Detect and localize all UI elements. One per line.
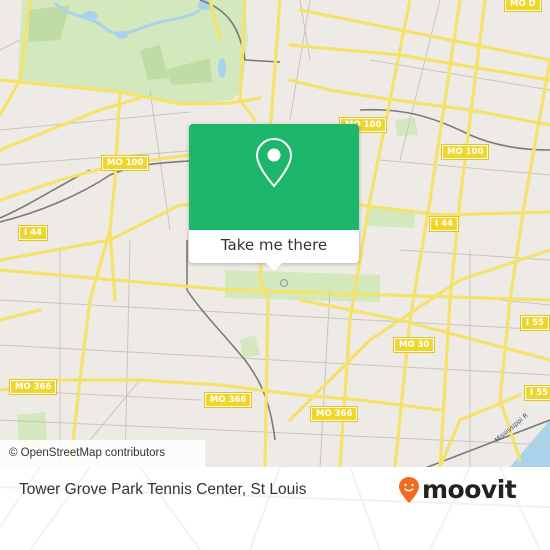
moovit-logo[interactable]: moovit — [398, 475, 517, 504]
road-shield-mo-100-west: MO 100 — [100, 155, 150, 171]
park-lake — [218, 58, 226, 78]
location-pin-icon — [255, 137, 293, 188]
popup-pointer — [265, 262, 283, 271]
map-view[interactable]: MO D MO 100 MO 100 MO 100 I 44 I 44 I 55… — [0, 0, 550, 467]
brand-wordmark: moovit — [422, 475, 517, 504]
map-attribution[interactable]: © OpenStreetMap contributors — [0, 440, 205, 467]
road-shield-i-55-north: I 55 — [520, 315, 550, 331]
popup-header — [189, 124, 359, 230]
road-shield-mo-d: MO D — [504, 0, 542, 12]
road-shield-i-44-west: I 44 — [18, 225, 48, 241]
road-shield-i-44-east: I 44 — [429, 216, 459, 232]
park-lake — [82, 11, 98, 21]
footer: Tower Grove Park Tennis Center, St Louis… — [0, 467, 550, 550]
road-shield-mo-366-center: MO 366 — [203, 392, 253, 408]
place-name: Tower Grove Park Tennis Center, St Louis — [19, 481, 307, 498]
road-shield-mo-30: MO 30 — [392, 337, 436, 353]
destination-popup: Take me there — [189, 124, 359, 271]
take-me-there-button[interactable]: Take me there — [189, 230, 359, 263]
road-shield-mo-366-west: MO 366 — [8, 379, 58, 395]
road-shield-mo-366-east: MO 366 — [309, 406, 359, 422]
park — [240, 335, 260, 358]
moovit-pin-icon — [399, 476, 419, 503]
road-shield-mo-100-east: MO 100 — [440, 144, 490, 160]
park-lake — [116, 31, 128, 39]
road-shield-i-55-south: I 55 — [524, 385, 550, 401]
